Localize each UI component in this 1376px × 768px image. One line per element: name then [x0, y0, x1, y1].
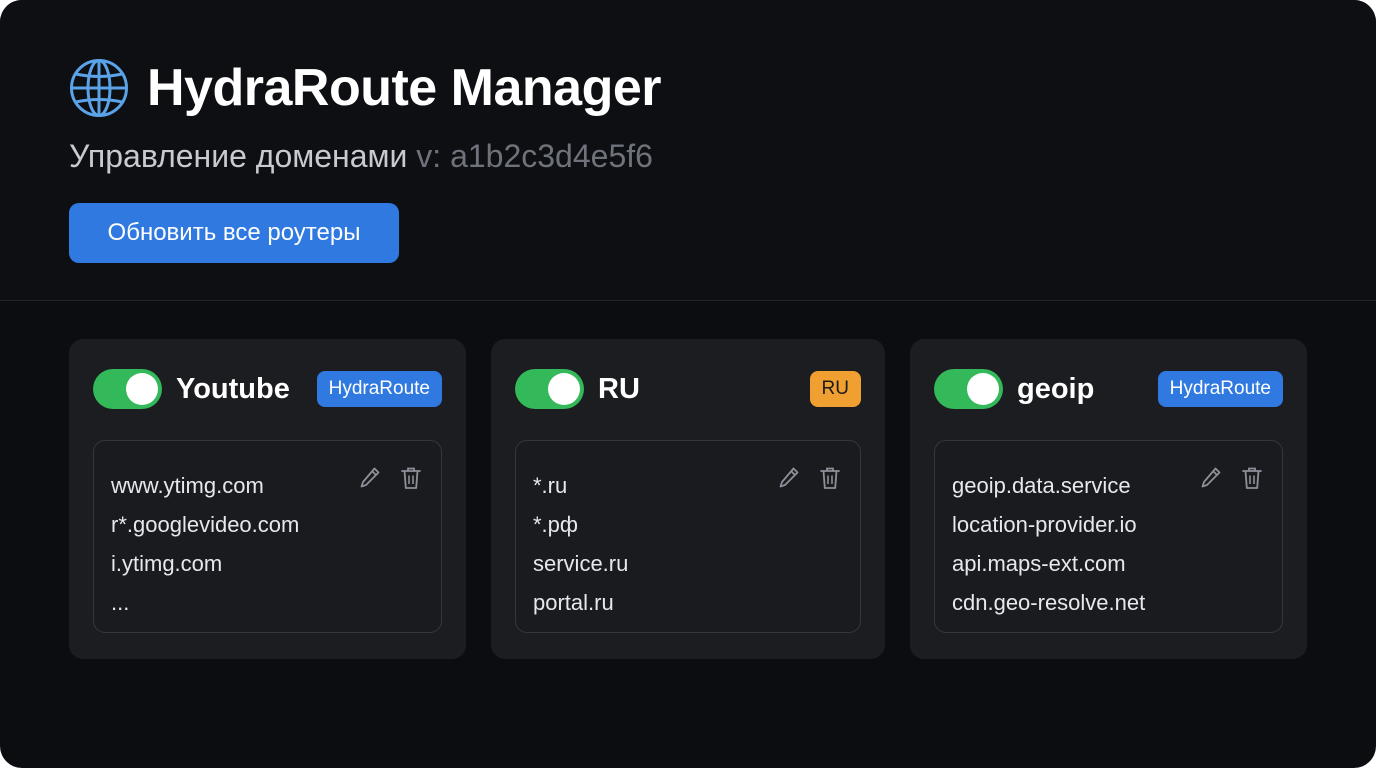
domain-item: portal.ru — [533, 590, 614, 615]
domain-item: location-provider.io — [952, 512, 1137, 537]
domain-list-box: www.ytimg.com r*.googlevideo.com i.ytimg.c… — [93, 440, 442, 633]
route-badge: RU — [809, 371, 861, 407]
route-badge: HydraRoute — [1157, 371, 1283, 407]
app-window: HydraRoute Manager Управление доменами v… — [0, 0, 1376, 768]
edit-pencil-icon[interactable] — [1199, 465, 1223, 491]
toggle-knob — [967, 373, 999, 405]
update-all-routers-button[interactable]: Обновить все роутеры — [69, 203, 399, 263]
card-title: RU — [598, 373, 640, 405]
header: HydraRoute Manager Управление доменами v… — [0, 0, 1376, 300]
domain-list-box: geoip.data.service location-provider.io ap… — [934, 440, 1283, 633]
domain-list: *.ru *.рф service.ru portal.ru — [533, 466, 628, 622]
edit-pencil-icon[interactable] — [777, 465, 801, 491]
enable-toggle[interactable] — [93, 369, 162, 409]
domain-item: service.ru — [533, 551, 629, 576]
subtitle-text: Управление доменами — [69, 138, 408, 174]
domain-list: geoip.data.service location-provider.io ap… — [952, 466, 1145, 622]
delete-trash-icon[interactable] — [399, 465, 423, 491]
card-actions — [1199, 465, 1264, 491]
domain-list-box: *.ru *.рф service.ru portal.ru — [515, 440, 861, 633]
enable-toggle[interactable] — [515, 369, 584, 409]
route-card: Youtube HydraRoute www.ytimg.com r*.googl… — [69, 339, 466, 659]
page-title: HydraRoute Manager — [147, 59, 662, 117]
domain-item: r*.googlevideo.com — [111, 512, 300, 537]
delete-trash-icon[interactable] — [818, 465, 842, 491]
subtitle: Управление доменами v: a1b2c3d4e5f6 — [69, 136, 653, 176]
delete-trash-icon[interactable] — [1240, 465, 1264, 491]
domain-item: *.ru — [533, 473, 568, 498]
globe-icon — [70, 59, 128, 117]
divider — [0, 300, 1376, 301]
domain-item: www.ytimg.com — [111, 473, 264, 498]
route-card: RU RU *.ru *.рф service.ru portal.ru — [491, 339, 885, 659]
card-title: geoip — [1017, 373, 1095, 405]
toggle-knob — [126, 373, 158, 405]
domain-item: i.ytimg.com — [111, 551, 223, 576]
enable-toggle[interactable] — [934, 369, 1003, 409]
card-title: Youtube — [176, 373, 290, 405]
route-badge: HydraRoute — [316, 371, 442, 407]
domain-item: cdn.geo-resolve.net — [952, 590, 1146, 615]
domain-item: ... — [111, 590, 130, 615]
domain-item: *.рф — [533, 512, 579, 537]
title-row: HydraRoute Manager — [69, 58, 662, 118]
card-actions — [777, 465, 842, 491]
card-actions — [358, 465, 423, 491]
domain-list: www.ytimg.com r*.googlevideo.com i.ytimg.c… — [111, 466, 299, 622]
edit-pencil-icon[interactable] — [358, 465, 382, 491]
route-card: geoip HydraRoute geoip.data.service locat… — [910, 339, 1307, 659]
toggle-knob — [548, 373, 580, 405]
domain-item: api.maps-ext.com — [952, 551, 1126, 576]
version-label: v: a1b2c3d4e5f6 — [416, 138, 653, 174]
domain-item: geoip.data.service — [952, 473, 1131, 498]
